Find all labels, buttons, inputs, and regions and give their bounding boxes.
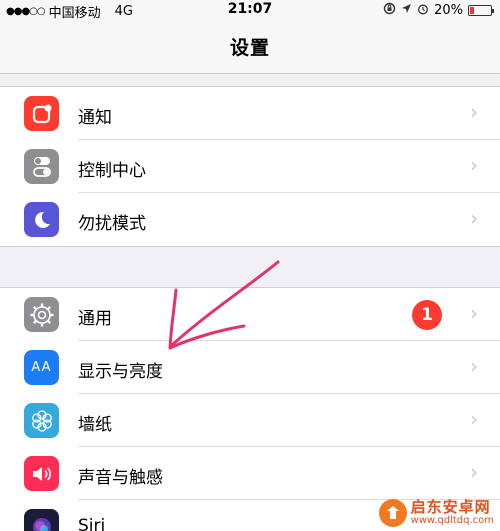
settings-group-2: 通用 1 › AA 显示与亮度 › 墙纸 › 声音与触感 › Siri (0, 287, 500, 531)
flower-icon (24, 403, 59, 438)
row-label: 控制中心 (78, 161, 146, 181)
watermark-text: 启东安卓网 www.qdltdq.com (410, 497, 494, 526)
rotation-lock-icon (383, 2, 396, 19)
settings-row-display-brightness[interactable]: AA 显示与亮度 › (0, 341, 500, 394)
settings-group-1: 通知 › 控制中心 › 勿扰模式 › (0, 86, 500, 247)
page-title: 设置 (229, 37, 270, 59)
speaker-icon (24, 456, 59, 491)
row-label: Siri (78, 516, 106, 531)
settings-row-wallpaper[interactable]: 墙纸 › (0, 394, 500, 447)
row-label: 墙纸 (78, 415, 112, 435)
settings-row-control-center[interactable]: 控制中心 › (0, 140, 500, 193)
chevron-right-icon: › (470, 354, 478, 378)
battery-icon (468, 5, 494, 16)
chevron-right-icon: › (470, 100, 478, 124)
watermark-url: www.qdltdq.com (410, 514, 494, 526)
location-icon (401, 3, 412, 18)
watermark-logo-icon (378, 499, 407, 527)
battery-percent: 20% (434, 3, 463, 18)
status-right: 20% (383, 2, 494, 19)
status-bar: ●●●○○ 中国移动 4G 21:07 20% (0, 0, 500, 21)
row-label: 通知 (78, 108, 112, 128)
watermark-name: 启东安卓网 (410, 497, 491, 516)
navigation-bar: 设置 (0, 20, 500, 74)
notification-icon (24, 96, 59, 131)
gear-icon (24, 297, 59, 332)
row-label: 显示与亮度 (78, 362, 163, 382)
display-icon: AA (24, 350, 59, 385)
control-center-icon (24, 149, 59, 184)
chevron-right-icon: › (470, 301, 478, 325)
row-label: 勿扰模式 (78, 214, 146, 234)
row-label: 通用 (78, 309, 112, 329)
battery-fill (470, 7, 474, 14)
settings-row-general[interactable]: 通用 1 › (0, 288, 500, 341)
moon-icon (24, 202, 59, 237)
chevron-right-icon: › (470, 206, 478, 230)
settings-row-notifications[interactable]: 通知 › (0, 87, 500, 140)
site-watermark: 启东安卓网 www.qdltdq.com (378, 497, 494, 527)
chevron-right-icon: › (470, 407, 478, 431)
update-badge: 1 (412, 300, 442, 330)
row-label: 声音与触感 (78, 468, 163, 488)
chevron-right-icon: › (470, 153, 478, 177)
alarm-icon (417, 3, 429, 19)
siri-icon (24, 509, 59, 531)
chevron-right-icon: › (470, 460, 478, 484)
settings-row-sounds-haptics[interactable]: 声音与触感 › (0, 447, 500, 500)
settings-row-do-not-disturb[interactable]: 勿扰模式 › (0, 193, 500, 246)
display-icon-text: AA (31, 360, 52, 375)
